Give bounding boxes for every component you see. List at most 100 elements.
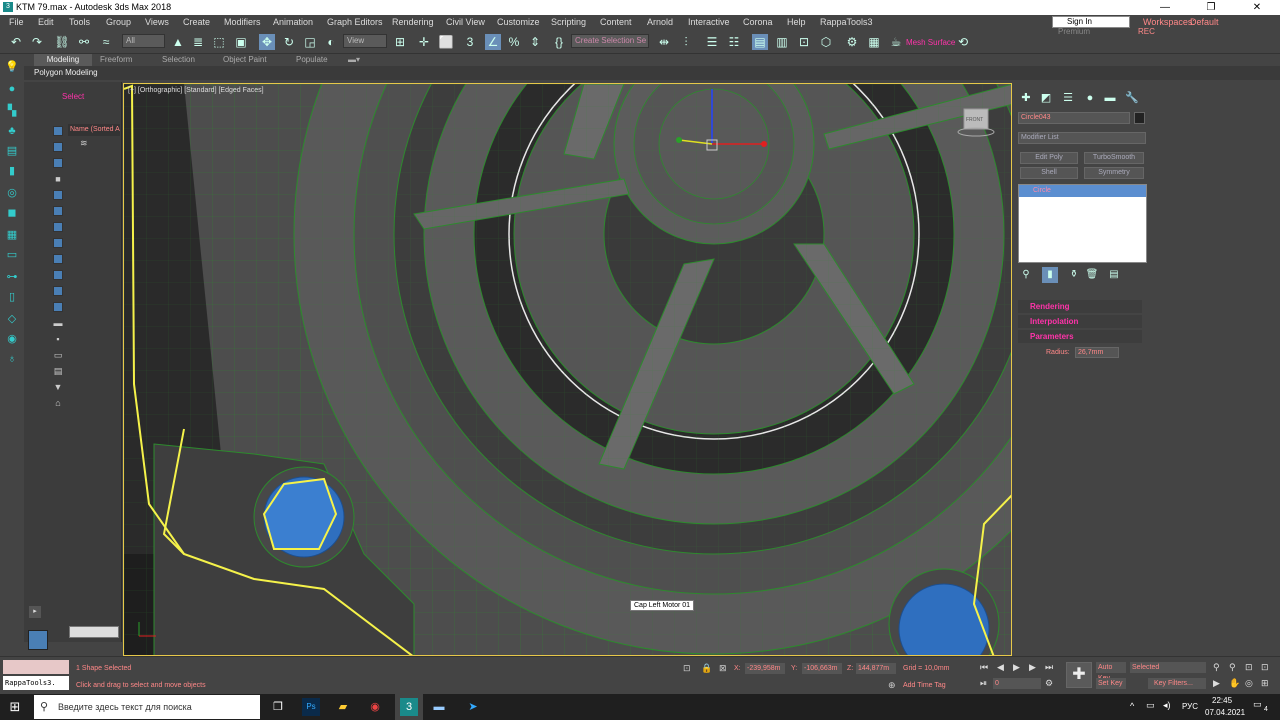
photoshop-icon[interactable]: Ps (302, 698, 320, 716)
display-shapes-icon[interactable] (53, 158, 63, 168)
tab-modeling[interactable]: Modeling (34, 54, 92, 66)
display-xrefs-icon[interactable] (53, 254, 63, 264)
symmetry-button[interactable]: Symmetry (1084, 167, 1144, 179)
taskbar-search-input[interactable]: Введите здесь текст для поиска (34, 695, 260, 719)
bind-spacewarp-icon[interactable]: ≈ (98, 34, 114, 50)
radius-spinner[interactable]: 26,7mm (1075, 347, 1119, 358)
menu-scripting[interactable]: Scripting (551, 17, 586, 27)
move-icon[interactable]: ✥ (259, 34, 275, 50)
schematic-view-icon[interactable]: ⊡ (796, 34, 812, 50)
tab-freeform[interactable]: Freeform (100, 54, 132, 66)
modifier-stack[interactable]: Circle (1018, 184, 1147, 263)
maxscript-listener-pink[interactable] (3, 660, 69, 674)
zoom-extents-icon[interactable]: ⊡ (1245, 662, 1253, 673)
viewport-label[interactable]: [+] [Orthographic] [Standard] [Edged Fac… (128, 87, 264, 94)
display-containers-icon[interactable] (53, 286, 63, 296)
3dsmax-taskbar-active[interactable]: 3 (395, 694, 423, 720)
bottle-icon[interactable]: ▮ (5, 164, 19, 178)
tree-icon[interactable]: ♣ (5, 124, 19, 138)
menu-tools[interactable]: Tools (69, 17, 90, 27)
display-spacewarps-icon[interactable] (53, 222, 63, 232)
show-end-result-icon[interactable]: ▮ (1042, 267, 1058, 283)
chrome-icon[interactable]: ◉ (366, 698, 384, 716)
link-icon[interactable]: ⛓ (54, 34, 70, 50)
refresh-icon[interactable]: ⟲ (955, 34, 971, 50)
layer-explorer-icon[interactable]: ☷ (726, 34, 742, 50)
percent-snap-icon[interactable]: % (506, 34, 522, 50)
select-label[interactable]: Select (62, 92, 84, 101)
y-coordinate-field[interactable]: -106,663m (802, 663, 842, 674)
play-icon[interactable]: ▶ (1013, 662, 1020, 673)
sphere-icon[interactable]: ● (5, 82, 19, 96)
language-indicator[interactable]: РУС (1182, 702, 1198, 711)
hierarchy-tab-icon[interactable]: ☰ (1060, 90, 1076, 106)
modify-tab-icon[interactable]: ◩ (1038, 90, 1054, 106)
render-setup-icon[interactable]: ⚙ (844, 34, 860, 50)
curve-editor-icon[interactable]: ▥ (774, 34, 790, 50)
lock-icon[interactable]: 🔒 (701, 663, 712, 674)
scale-icon[interactable]: ◲ (302, 34, 318, 50)
tray-arrow-icon[interactable]: ^ (1130, 701, 1134, 711)
menu-help[interactable]: Help (787, 17, 806, 27)
current-frame-field[interactable]: 0 (993, 678, 1041, 689)
modifier-list-dropdown[interactable]: Modifier List (1018, 132, 1146, 144)
file-explorer-icon[interactable]: ▰ (334, 698, 352, 716)
set-key-button[interactable]: Set Key (1096, 678, 1126, 689)
rec-label[interactable]: REC (1138, 27, 1155, 36)
cube-icon[interactable]: ◼ (5, 206, 19, 220)
display-groups-icon[interactable] (53, 238, 63, 248)
sync-icon[interactable]: ⌂ (53, 398, 63, 408)
orbit-icon[interactable]: ◎ (1245, 678, 1253, 689)
display-cameras-icon[interactable]: ■ (53, 174, 63, 184)
time-tag-icon[interactable]: ⊕ (888, 680, 896, 691)
clock-date[interactable]: 07.04.2021 (1205, 708, 1245, 717)
filter-icon[interactable]: ▤ (53, 366, 63, 376)
display-helpers-icon[interactable] (53, 206, 63, 216)
name-column-header[interactable]: Name (Sorted A (68, 124, 120, 136)
z-coordinate-field[interactable]: 144,877m (856, 663, 896, 674)
fov-icon[interactable]: ▶ (1213, 678, 1220, 689)
list-icon[interactable]: ▤ (5, 144, 19, 158)
isolate-icon[interactable]: ⊡ (683, 663, 691, 674)
toggle-icon[interactable]: ▬ (53, 318, 63, 328)
display-lights-icon[interactable] (53, 190, 63, 200)
select-by-name-icon[interactable]: ≣ (190, 34, 206, 50)
layer-color-swatch[interactable] (28, 630, 48, 650)
render-icon[interactable]: ☕ (888, 34, 904, 50)
expand-arrow-icon[interactable]: ▸ (29, 606, 41, 618)
ribbon-options-icon[interactable]: ▬▾ (348, 54, 360, 66)
close-button[interactable]: ✕ (1234, 0, 1280, 15)
polygon-modeling-label[interactable]: Polygon Modeling (34, 68, 98, 77)
menu-content[interactable]: Content (600, 17, 632, 27)
pipe-icon[interactable]: ⊶ (5, 270, 19, 284)
menu-views[interactable]: Views (145, 17, 169, 27)
rollout-interpolation[interactable]: Interpolation (1018, 315, 1142, 328)
prev-frame-icon[interactable]: ◀ (997, 662, 1004, 673)
rollout-rendering[interactable]: Rendering (1018, 300, 1142, 313)
menu-rappatools[interactable]: RappaTools3 (820, 17, 873, 27)
set-key-big-icon[interactable]: ✚ (1066, 662, 1092, 688)
mesh-surface-label[interactable]: Mesh Surface (906, 38, 955, 47)
layers-icon[interactable]: ≋ (80, 138, 88, 149)
next-frame-icon[interactable]: ▶ (1029, 662, 1036, 673)
menu-graph-editors[interactable]: Graph Editors (327, 17, 383, 27)
frame-icon[interactable]: ▭ (5, 248, 19, 262)
shape-icon[interactable]: ◇ (5, 312, 19, 326)
menu-modifiers[interactable]: Modifiers (224, 17, 261, 27)
eye-icon[interactable]: ◉ (5, 332, 19, 346)
go-to-start-icon[interactable]: ⏮ (980, 662, 988, 673)
angle-snap-icon[interactable]: ∠ (485, 34, 501, 50)
light-icon[interactable]: 💡 (5, 60, 19, 74)
key-mode-icon[interactable]: ⏯ (980, 678, 987, 689)
menu-create[interactable]: Create (183, 17, 210, 27)
zoom-icon[interactable]: ⚲ (1213, 662, 1220, 673)
ref-coord-dropdown[interactable]: View (343, 34, 387, 48)
minimize-button[interactable]: — (1142, 0, 1188, 15)
make-unique-icon[interactable]: ⚱ (1066, 267, 1082, 283)
menu-interactive[interactable]: Interactive (688, 17, 730, 27)
pivot-center-icon[interactable]: ⊞ (392, 34, 408, 50)
named-selection-dropdown[interactable]: Create Selection Se (571, 34, 649, 48)
rect-selection-icon[interactable]: ⬚ (211, 34, 227, 50)
auto-key-button[interactable]: Auto Key (1096, 662, 1126, 682)
tab-populate[interactable]: Populate (296, 54, 328, 66)
